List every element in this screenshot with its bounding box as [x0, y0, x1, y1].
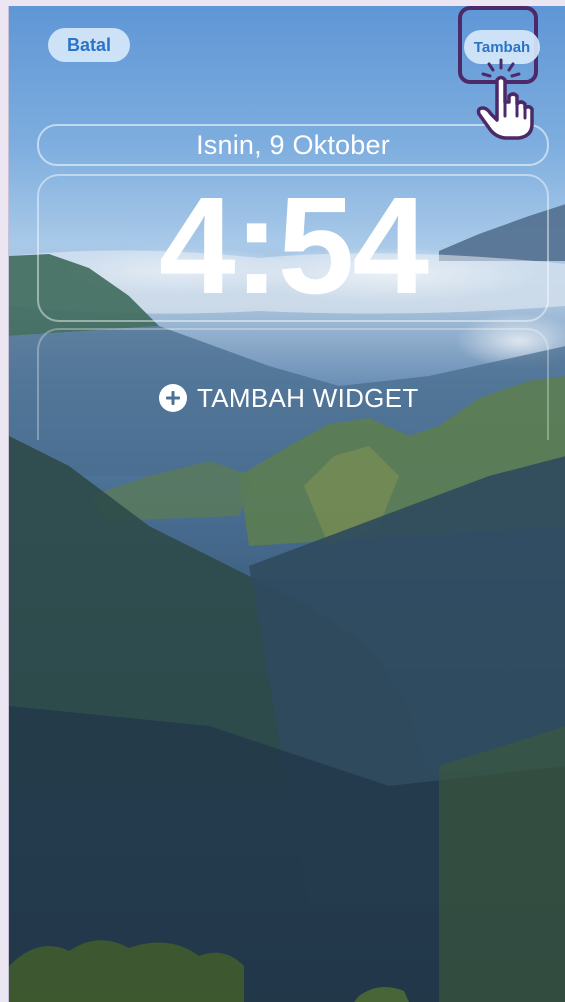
add-widget-label: TAMBAH WIDGET — [197, 382, 419, 413]
date-widget[interactable]: Isnin, 9 Oktober — [37, 124, 549, 166]
date-text: Isnin, 9 Oktober — [196, 129, 390, 160]
add-widget-button[interactable]: TAMBAH WIDGET — [159, 378, 419, 418]
cancel-button[interactable]: Batal — [48, 28, 130, 62]
clock-widget[interactable]: 4:54 — [37, 174, 549, 322]
hand-pointer-icon — [476, 58, 534, 140]
plus-circle-icon — [159, 384, 187, 412]
lock-screen-editor: Isnin, 9 Oktober 4:54 TAMBAH WIDGET Bata… — [8, 6, 565, 1002]
clock-time: 4:54 — [158, 169, 429, 323]
